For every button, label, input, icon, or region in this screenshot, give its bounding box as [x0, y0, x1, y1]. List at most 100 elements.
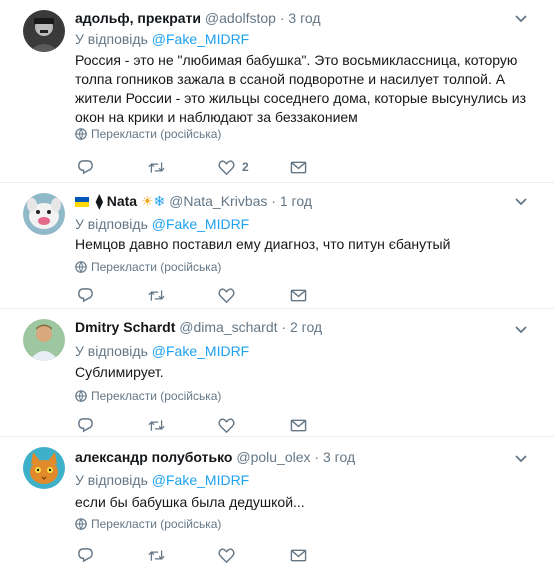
retweet-button[interactable] — [148, 415, 165, 435]
user-handle[interactable]: @Nata_Krivbas — [169, 193, 267, 209]
retweet-icon — [148, 419, 165, 431]
direct-message-button[interactable] — [290, 285, 307, 305]
display-name[interactable]: александр полуботько — [75, 449, 232, 465]
display-name[interactable]: адольф, прекрати — [75, 10, 201, 26]
retweet-button[interactable] — [148, 157, 165, 177]
mention-link[interactable]: @Fake_MIDRF — [152, 343, 249, 359]
heart-icon — [218, 547, 235, 563]
globe-icon — [75, 261, 87, 273]
display-name-prefix: ⧫ — [95, 193, 103, 209]
tweet-header: ⧫ Nata ☀❄ @Nata_Krivbas · 1 год — [75, 192, 514, 210]
translate-label: Перекласти (російська) — [91, 127, 222, 141]
user-handle[interactable]: @polu_olex — [236, 449, 310, 465]
reply-context: У відповідь @Fake_MIDRF — [75, 471, 249, 489]
tweet-header: Dmitry Schardt @dima_schardt · 2 год — [75, 318, 514, 336]
direct-message-button[interactable] — [290, 545, 307, 565]
translate-link[interactable]: Перекласти (російська) — [75, 517, 221, 531]
avatar[interactable] — [23, 193, 65, 235]
reply-button[interactable] — [77, 415, 94, 435]
envelope-icon — [290, 419, 307, 431]
like-button[interactable] — [218, 415, 235, 435]
user-handle[interactable]: @adolfstop — [205, 10, 276, 26]
heart-icon — [218, 417, 235, 433]
reply-prefix: У відповідь — [75, 31, 148, 47]
avatar-image — [23, 10, 65, 52]
sun-snow-emoji: ☀ — [140, 193, 154, 209]
reply-prefix: У відповідь — [75, 343, 148, 359]
reply-prefix: У відповідь — [75, 472, 148, 488]
retweet-icon — [148, 161, 165, 173]
envelope-icon — [290, 289, 307, 301]
tweet-header: адольф, прекрати @adolfstop · 3 год — [75, 9, 514, 27]
reply-button[interactable] — [77, 285, 94, 305]
more-options-button[interactable] — [514, 11, 528, 25]
more-options-button[interactable] — [514, 194, 528, 208]
chevron-down-icon — [515, 455, 527, 463]
avatar[interactable] — [23, 447, 65, 489]
retweet-button[interactable] — [148, 545, 165, 565]
chevron-down-icon — [515, 326, 527, 334]
display-name[interactable]: Dmitry Schardt — [75, 319, 175, 335]
translate-label: Перекласти (російська) — [91, 517, 222, 531]
like-button[interactable] — [218, 285, 235, 305]
user-handle[interactable]: @dima_schardt — [179, 319, 277, 335]
tweet-actions — [75, 415, 325, 435]
separator-dot: · — [314, 449, 320, 465]
more-options-button[interactable] — [514, 451, 528, 465]
retweet-button[interactable] — [148, 285, 165, 305]
tweet-item[interactable]: Dmitry Schardt @dima_schardt · 2 год У в… — [0, 309, 554, 437]
tweet-text: если бы бабушка была дедушкой... — [75, 494, 305, 510]
direct-message-button[interactable] — [290, 157, 307, 177]
tweet-actions — [75, 285, 325, 305]
tweet-header: александр полуботько @polu_olex · 3 год — [75, 448, 514, 466]
timestamp[interactable]: 2 год — [290, 319, 322, 335]
mention-link[interactable]: @Fake_MIDRF — [152, 472, 249, 488]
more-options-button[interactable] — [514, 322, 528, 336]
reply-context: У відповідь @Fake_MIDRF — [75, 215, 249, 233]
separator-dot: · — [279, 10, 285, 26]
reply-context: У відповідь @Fake_MIDRF — [75, 30, 249, 48]
reply-context: У відповідь @Fake_MIDRF — [75, 342, 249, 360]
timestamp[interactable]: 3 год — [323, 449, 355, 465]
avatar-image — [23, 319, 65, 361]
tweet-item[interactable]: александр полуботько @polu_olex · 3 год … — [0, 437, 554, 568]
avatar[interactable] — [23, 10, 65, 52]
globe-icon — [75, 518, 87, 530]
tweet-actions — [75, 545, 325, 565]
retweet-icon — [148, 289, 165, 301]
translate-link[interactable]: Перекласти (російська) — [75, 389, 221, 403]
heart-icon — [218, 159, 235, 175]
reply-icon — [78, 159, 93, 174]
timestamp[interactable]: 3 год — [288, 10, 320, 26]
avatar-image — [23, 447, 65, 489]
separator-dot: · — [271, 193, 276, 209]
reply-icon — [78, 287, 93, 302]
tweet-actions: 2 — [75, 157, 325, 177]
translate-link[interactable]: Перекласти (російська) — [75, 127, 221, 141]
separator-dot: · — [281, 319, 287, 335]
ukraine-flag-icon — [75, 197, 89, 207]
timestamp[interactable]: 1 год — [280, 193, 312, 209]
like-button[interactable] — [218, 545, 235, 565]
reply-button[interactable] — [77, 545, 94, 565]
translate-label: Перекласти (російська) — [91, 260, 222, 274]
chevron-down-icon — [515, 15, 527, 23]
tweet-item[interactable]: адольф, прекрати @adolfstop · 3 год У ві… — [0, 0, 554, 183]
translate-label: Перекласти (російська) — [91, 389, 222, 403]
like-button[interactable]: 2 — [218, 157, 249, 177]
globe-icon — [75, 390, 87, 402]
heart-icon — [218, 287, 235, 303]
like-count: 2 — [242, 160, 249, 174]
direct-message-button[interactable] — [290, 415, 307, 435]
tweet-item[interactable]: ⧫ Nata ☀❄ @Nata_Krivbas · 1 год У відпов… — [0, 183, 554, 309]
translate-link[interactable]: Перекласти (російська) — [75, 260, 221, 274]
mention-link[interactable]: @Fake_MIDRF — [152, 31, 249, 47]
mention-link[interactable]: @Fake_MIDRF — [152, 216, 249, 232]
envelope-icon — [290, 161, 307, 173]
tweet-text: Сублимирует. — [75, 364, 164, 380]
avatar[interactable] — [23, 319, 65, 361]
reply-button[interactable] — [77, 157, 94, 177]
display-name[interactable]: Nata — [107, 193, 137, 209]
reply-prefix: У відповідь — [75, 216, 148, 232]
chevron-down-icon — [515, 198, 527, 206]
